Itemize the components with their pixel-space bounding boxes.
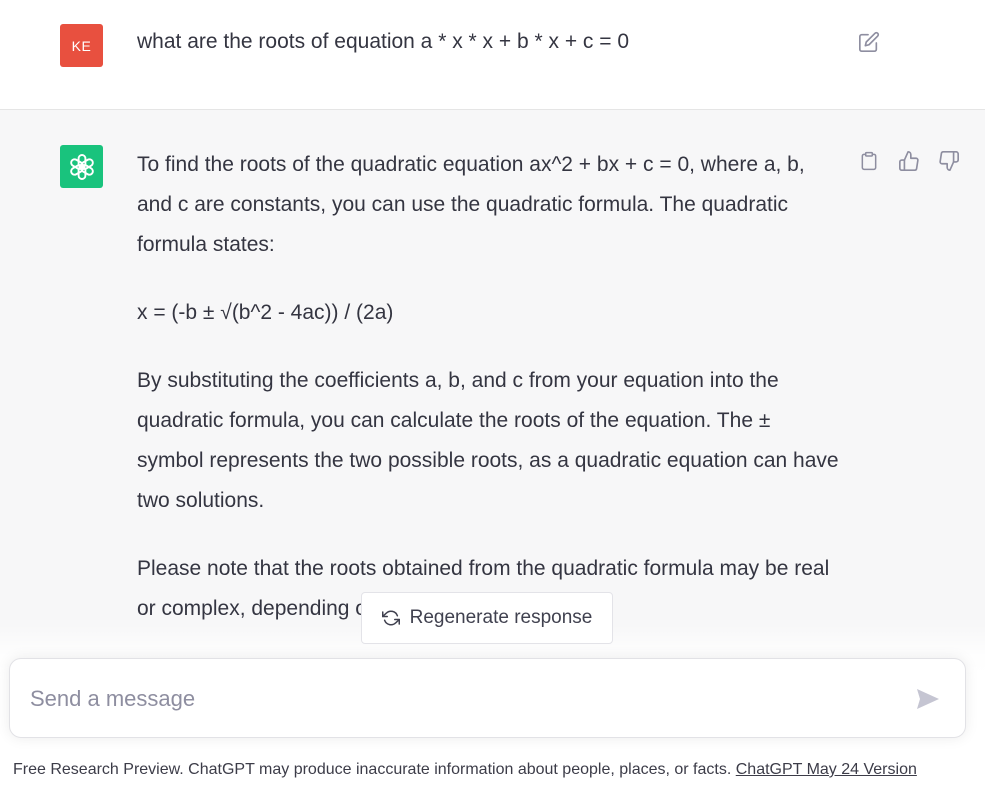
- send-button[interactable]: [912, 684, 944, 714]
- thumbs-up-button[interactable]: [896, 148, 922, 174]
- openai-logo-icon: [69, 153, 94, 180]
- answer-paragraph: By substituting the coefficients a, b, a…: [137, 369, 839, 512]
- refresh-icon: [381, 610, 400, 626]
- message-composer: [9, 658, 966, 738]
- assistant-avatar: [60, 145, 103, 188]
- user-message-text: what are the roots of equation a * x * x…: [137, 30, 630, 53]
- thumbs-down-icon: [939, 151, 959, 171]
- edit-message-button[interactable]: [855, 28, 883, 56]
- message-input[interactable]: [30, 685, 890, 713]
- regenerate-response-button[interactable]: Regenerate response: [361, 592, 613, 644]
- footer-disclaimer: Free Research Preview. ChatGPT may produ…: [13, 760, 917, 780]
- message-actions: [856, 148, 962, 174]
- send-icon: [917, 689, 939, 709]
- assistant-message-text: To find the roots of the quadratic equat…: [137, 145, 842, 657]
- regenerate-label: Regenerate response: [409, 607, 593, 628]
- copy-button[interactable]: [856, 148, 882, 174]
- thumbs-up-icon: [899, 151, 919, 171]
- user-message-row: KE what are the roots of equation a * x …: [0, 0, 985, 110]
- answer-paragraph: To find the roots of the quadratic equat…: [137, 153, 805, 256]
- thumbs-down-button[interactable]: [936, 148, 962, 174]
- edit-icon: [859, 31, 880, 52]
- answer-formula: x = (-b ± √(b^2 - 4ac)) / (2a): [137, 301, 394, 324]
- footer-text: Free Research Preview. ChatGPT may produ…: [13, 761, 736, 778]
- version-link[interactable]: ChatGPT May 24 Version: [736, 761, 917, 778]
- user-avatar: KE: [60, 24, 103, 67]
- clipboard-icon: [861, 151, 877, 171]
- user-avatar-initials: KE: [71, 37, 92, 54]
